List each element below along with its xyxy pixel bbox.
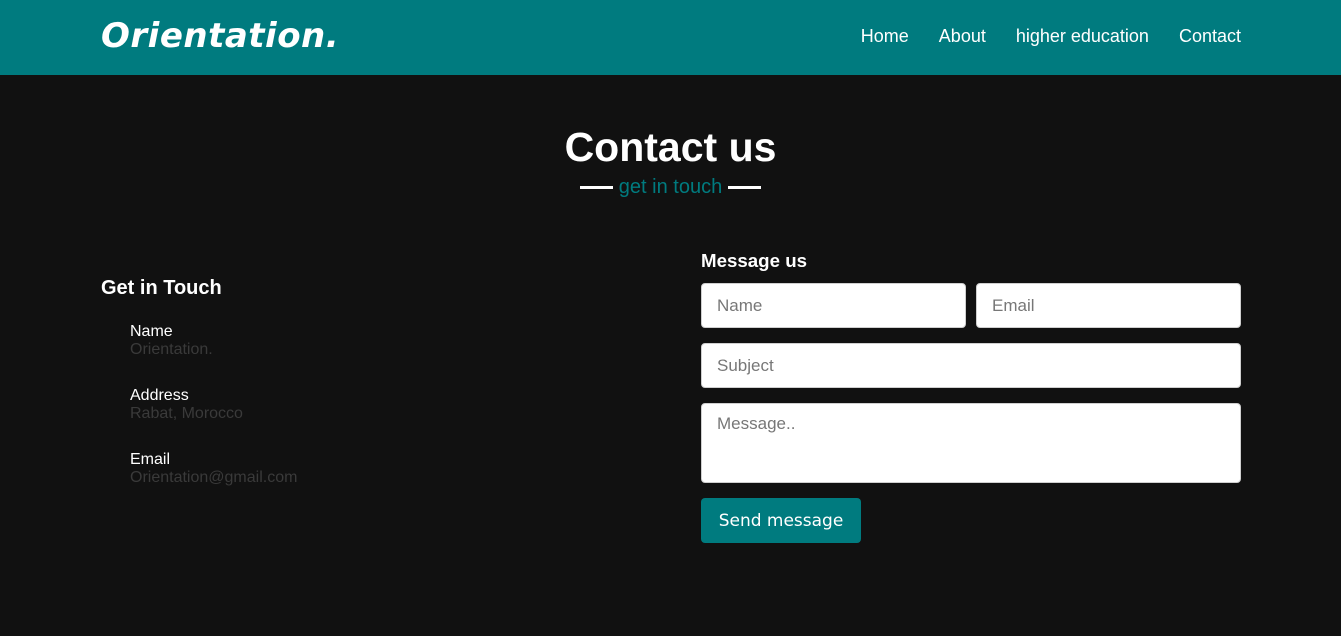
info-item-address: Address Rabat, Morocco <box>130 387 601 423</box>
contact-info: Get in Touch Name Orientation. Address R… <box>101 277 601 487</box>
logo[interactable]: Orientation. <box>101 16 339 56</box>
email-input[interactable] <box>976 283 1241 328</box>
info-label: Email <box>130 451 171 468</box>
nav-links: Home About higher education Contact <box>831 26 1241 47</box>
subtitle-left-divider <box>579 186 613 189</box>
info-label: Address <box>130 387 189 404</box>
info-item-email: Email Orientation@gmail.com <box>130 451 601 487</box>
info-value: Orientation@gmail.com <box>130 469 298 486</box>
name-input[interactable] <box>701 283 966 328</box>
page-subtitle: get in touch <box>0 176 1341 199</box>
contact-info-heading: Get in Touch <box>101 277 222 299</box>
nav-link-contact[interactable]: Contact <box>1179 26 1241 47</box>
subject-input[interactable] <box>701 343 1241 388</box>
info-value: Rabat, Morocco <box>130 405 243 422</box>
nav-link-home[interactable]: Home <box>861 26 909 47</box>
info-value: Orientation. <box>130 341 213 358</box>
subtitle-text: get in touch <box>618 176 723 198</box>
subtitle-right-divider <box>728 186 762 189</box>
message-textarea[interactable] <box>701 403 1241 483</box>
info-label: Name <box>130 323 173 340</box>
page-title: Contact us <box>564 124 777 170</box>
info-item-name: Name Orientation. <box>130 323 601 359</box>
nav-link-higher-education[interactable]: higher education <box>1016 26 1149 47</box>
send-message-button[interactable]: Send message <box>701 498 861 543</box>
message-form-heading: Message us <box>701 250 808 271</box>
navbar: Orientation. Home About higher education… <box>0 0 1341 75</box>
nav-link-about[interactable]: About <box>939 26 986 47</box>
